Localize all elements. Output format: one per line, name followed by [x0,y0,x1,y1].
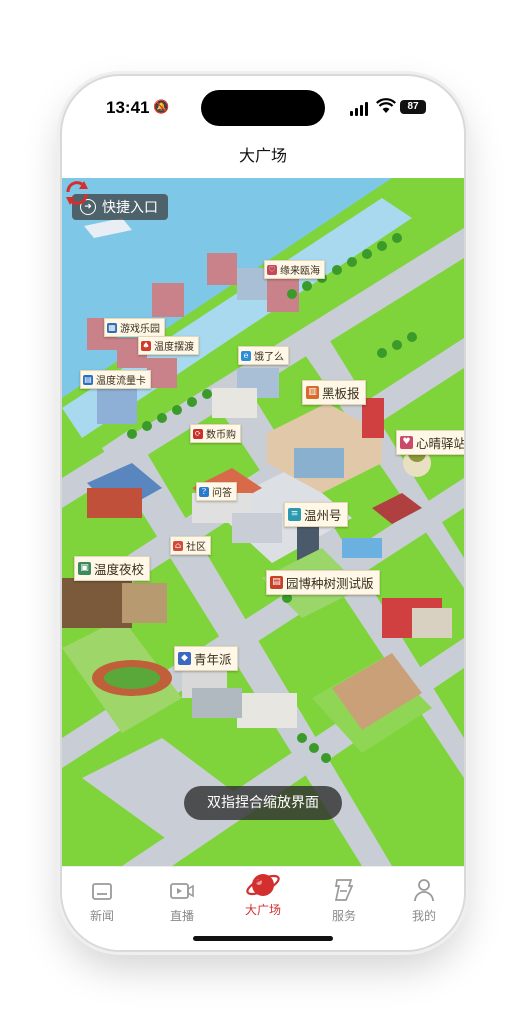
profile-icon [414,879,434,902]
silent-bell-icon: 🔕 [153,100,170,115]
place-label-yuanlai[interactable]: ♡ 缘来瓯海 [264,260,325,279]
card-icon: ▤ [83,374,93,385]
place-label-eleme[interactable]: e 饿了么 [238,346,289,365]
school-icon: ▣ [78,562,91,575]
place-label-wenzhou[interactable]: ≡ 温州号 [284,502,348,527]
place-label-tree-planting[interactable]: ▤ 园博种树测试版 [266,570,380,595]
place-label-data-card[interactable]: ▤ 温度流量卡 [80,370,151,389]
place-label-game-park[interactable]: ▦ 游戏乐园 [104,318,165,337]
blackboard-icon: ▥ [306,386,319,399]
tab-news[interactable]: 新闻 [72,875,132,924]
tab-profile[interactable]: 我的 [394,875,454,924]
status-time: 13:41 [106,98,150,117]
place-label-night-school[interactable]: ▣ 温度夜校 [74,556,151,581]
pinch-zoom-toast: 双指捏合缩放界面 [184,786,342,820]
tab-service[interactable]: 服务 [314,875,374,924]
coin-icon: ⟳ [193,428,203,439]
shortcut-label: 快捷入口 [102,200,158,216]
heart-icon: ♡ [267,264,277,275]
dynamic-island [201,90,325,126]
city-map[interactable]: ➜ 快捷入口 ♡ 缘来瓯海 ▦ 游戏乐园 ♠ 温度摆渡 e 饿了么 ▤ 温度流量… [62,178,464,866]
refresh-icon[interactable] [62,178,92,208]
cellular-signal-icon [350,102,368,116]
tab-live[interactable]: 直播 [152,875,212,924]
place-label-coin-shop[interactable]: ⟳ 数币购 [190,424,241,443]
place-label-community[interactable]: ⌂ 社区 [170,536,211,555]
eleme-icon: e [241,350,251,361]
isometric-city-illustration [62,178,464,866]
grid-icon: ▦ [107,322,117,333]
news-icon [92,883,112,900]
house-icon: ⌂ [173,540,183,551]
spade-icon: ♠ [141,340,151,351]
place-label-heart-station[interactable]: ♥ 心晴驿站 [396,430,464,455]
question-icon: ? [199,486,209,497]
service-icon [334,879,354,901]
planet-icon [246,874,280,896]
tree-icon: ▤ [270,576,283,589]
place-label-youth[interactable]: ◆ 青年派 [174,646,238,671]
badge-icon: ◆ [178,652,191,665]
wifi-icon [376,98,396,113]
battery-icon: 87 [400,100,426,114]
place-label-ferry[interactable]: ♠ 温度摆渡 [138,336,199,355]
place-label-blackboard[interactable]: ▥ 黑板报 [302,380,366,405]
page-title: 大广场 [238,146,287,165]
phone-frame: 13:41 🔕 87 大广场 ➜ 快捷入口 ♡ 缘来瓯海 ▦ 游戏乐园 ♠ 温度… [62,76,464,950]
tab-plaza[interactable]: 大广场 [233,874,293,918]
heart-icon: ♥ [400,436,413,449]
list-icon: ≡ [288,508,301,521]
status-bar: 13:41 🔕 87 [62,76,464,140]
place-label-qa[interactable]: ? 问答 [196,482,237,501]
home-indicator [193,936,333,941]
live-video-icon [170,883,194,899]
